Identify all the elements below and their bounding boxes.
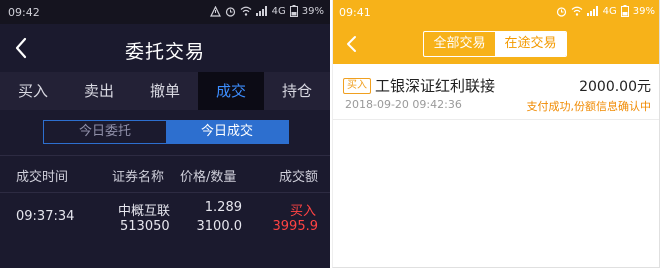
segment-in-transit[interactable]: 在途交易	[495, 32, 566, 56]
battery-icon	[289, 5, 298, 17]
tab-filled[interactable]: 成交	[198, 72, 264, 110]
status-time: 09:41	[339, 6, 371, 19]
chevron-left-icon	[347, 36, 356, 52]
security-code: 513050	[120, 219, 170, 234]
status-icons: 4G 39%	[556, 5, 655, 17]
status-icons: 4G 39%	[209, 5, 324, 17]
tab-cancel[interactable]: 撤单	[132, 72, 198, 110]
alarm-icon	[225, 6, 235, 17]
navigation-bar: 全部交易 在途交易	[333, 24, 659, 64]
divider	[0, 192, 330, 193]
signal-icon	[255, 6, 267, 16]
column-header-price-qty: 价格/数量	[180, 170, 237, 185]
day-segment-control: 今日委托 今日成交	[43, 120, 289, 144]
trade-screen-light: 09:41 4G 39% 全部交易 在途交易 买入 工银深证红利联接 2000.…	[332, 0, 660, 268]
signal-icon	[586, 6, 598, 16]
security-name: 中概互联	[118, 204, 171, 219]
status-time: 09:42	[8, 6, 40, 19]
tab-sell[interactable]: 卖出	[66, 72, 132, 110]
trade-screen-dark: 09:42 4G 39% 委托交易 买入 卖出 撤单 成交 持仓 今日委托 今日…	[0, 0, 330, 268]
trade-side: 买入	[289, 204, 316, 219]
trade-timestamp: 2018-09-20 09:42:36	[345, 98, 462, 111]
status-bar: 09:41 4G 39%	[333, 0, 659, 24]
status-bar: 09:42 4G 39%	[0, 0, 330, 24]
fill-time: 09:37:34	[16, 209, 75, 224]
page-title: 委托交易	[124, 41, 205, 63]
battery-level: 39%	[632, 5, 655, 17]
trade-tabs: 买入 卖出 撤单 成交 持仓	[0, 72, 330, 110]
transaction-filter-segment: 全部交易 在途交易	[423, 31, 567, 57]
column-header-name: 证券名称	[112, 170, 165, 185]
segment-today-orders[interactable]: 今日委托	[44, 121, 166, 143]
wifi-icon	[571, 6, 583, 16]
column-header-amount: 成交额	[278, 170, 318, 185]
table-row[interactable]: 09:37:34 中概互联 513050 1.289 3100.0 买入 399…	[0, 198, 330, 238]
warning-icon	[209, 5, 221, 17]
segment-all-transactions[interactable]: 全部交易	[424, 32, 495, 56]
tab-holdings[interactable]: 持仓	[264, 72, 330, 110]
back-button[interactable]	[343, 34, 361, 54]
battery-level: 39%	[301, 5, 324, 17]
trade-amount: 2000.00元	[579, 79, 651, 95]
column-header-time: 成交时间	[16, 170, 69, 185]
fill-quantity: 3100.0	[196, 219, 243, 234]
fill-amount: 3995.9	[272, 219, 319, 234]
battery-icon	[620, 5, 629, 17]
segment-today-fills[interactable]: 今日成交	[166, 121, 288, 143]
trade-type-badge: 买入	[343, 78, 371, 94]
table-header: 成交时间 证券名称 价格/数量 成交额	[0, 162, 330, 186]
navigation-bar: 委托交易	[0, 24, 330, 72]
divider	[0, 155, 330, 156]
trade-status: 支付成功,份额信息确认中	[526, 100, 652, 113]
fill-price: 1.289	[204, 200, 242, 215]
wifi-icon	[240, 6, 252, 16]
fund-name: 工银深证红利联接	[375, 77, 496, 95]
network-type: 4G	[602, 5, 617, 17]
network-type: 4G	[271, 5, 286, 17]
alarm-icon	[556, 6, 566, 17]
tab-buy[interactable]: 买入	[0, 72, 66, 110]
list-item[interactable]: 买入 工银深证红利联接 2000.00元 2018-09-20 09:42:36…	[333, 64, 659, 120]
